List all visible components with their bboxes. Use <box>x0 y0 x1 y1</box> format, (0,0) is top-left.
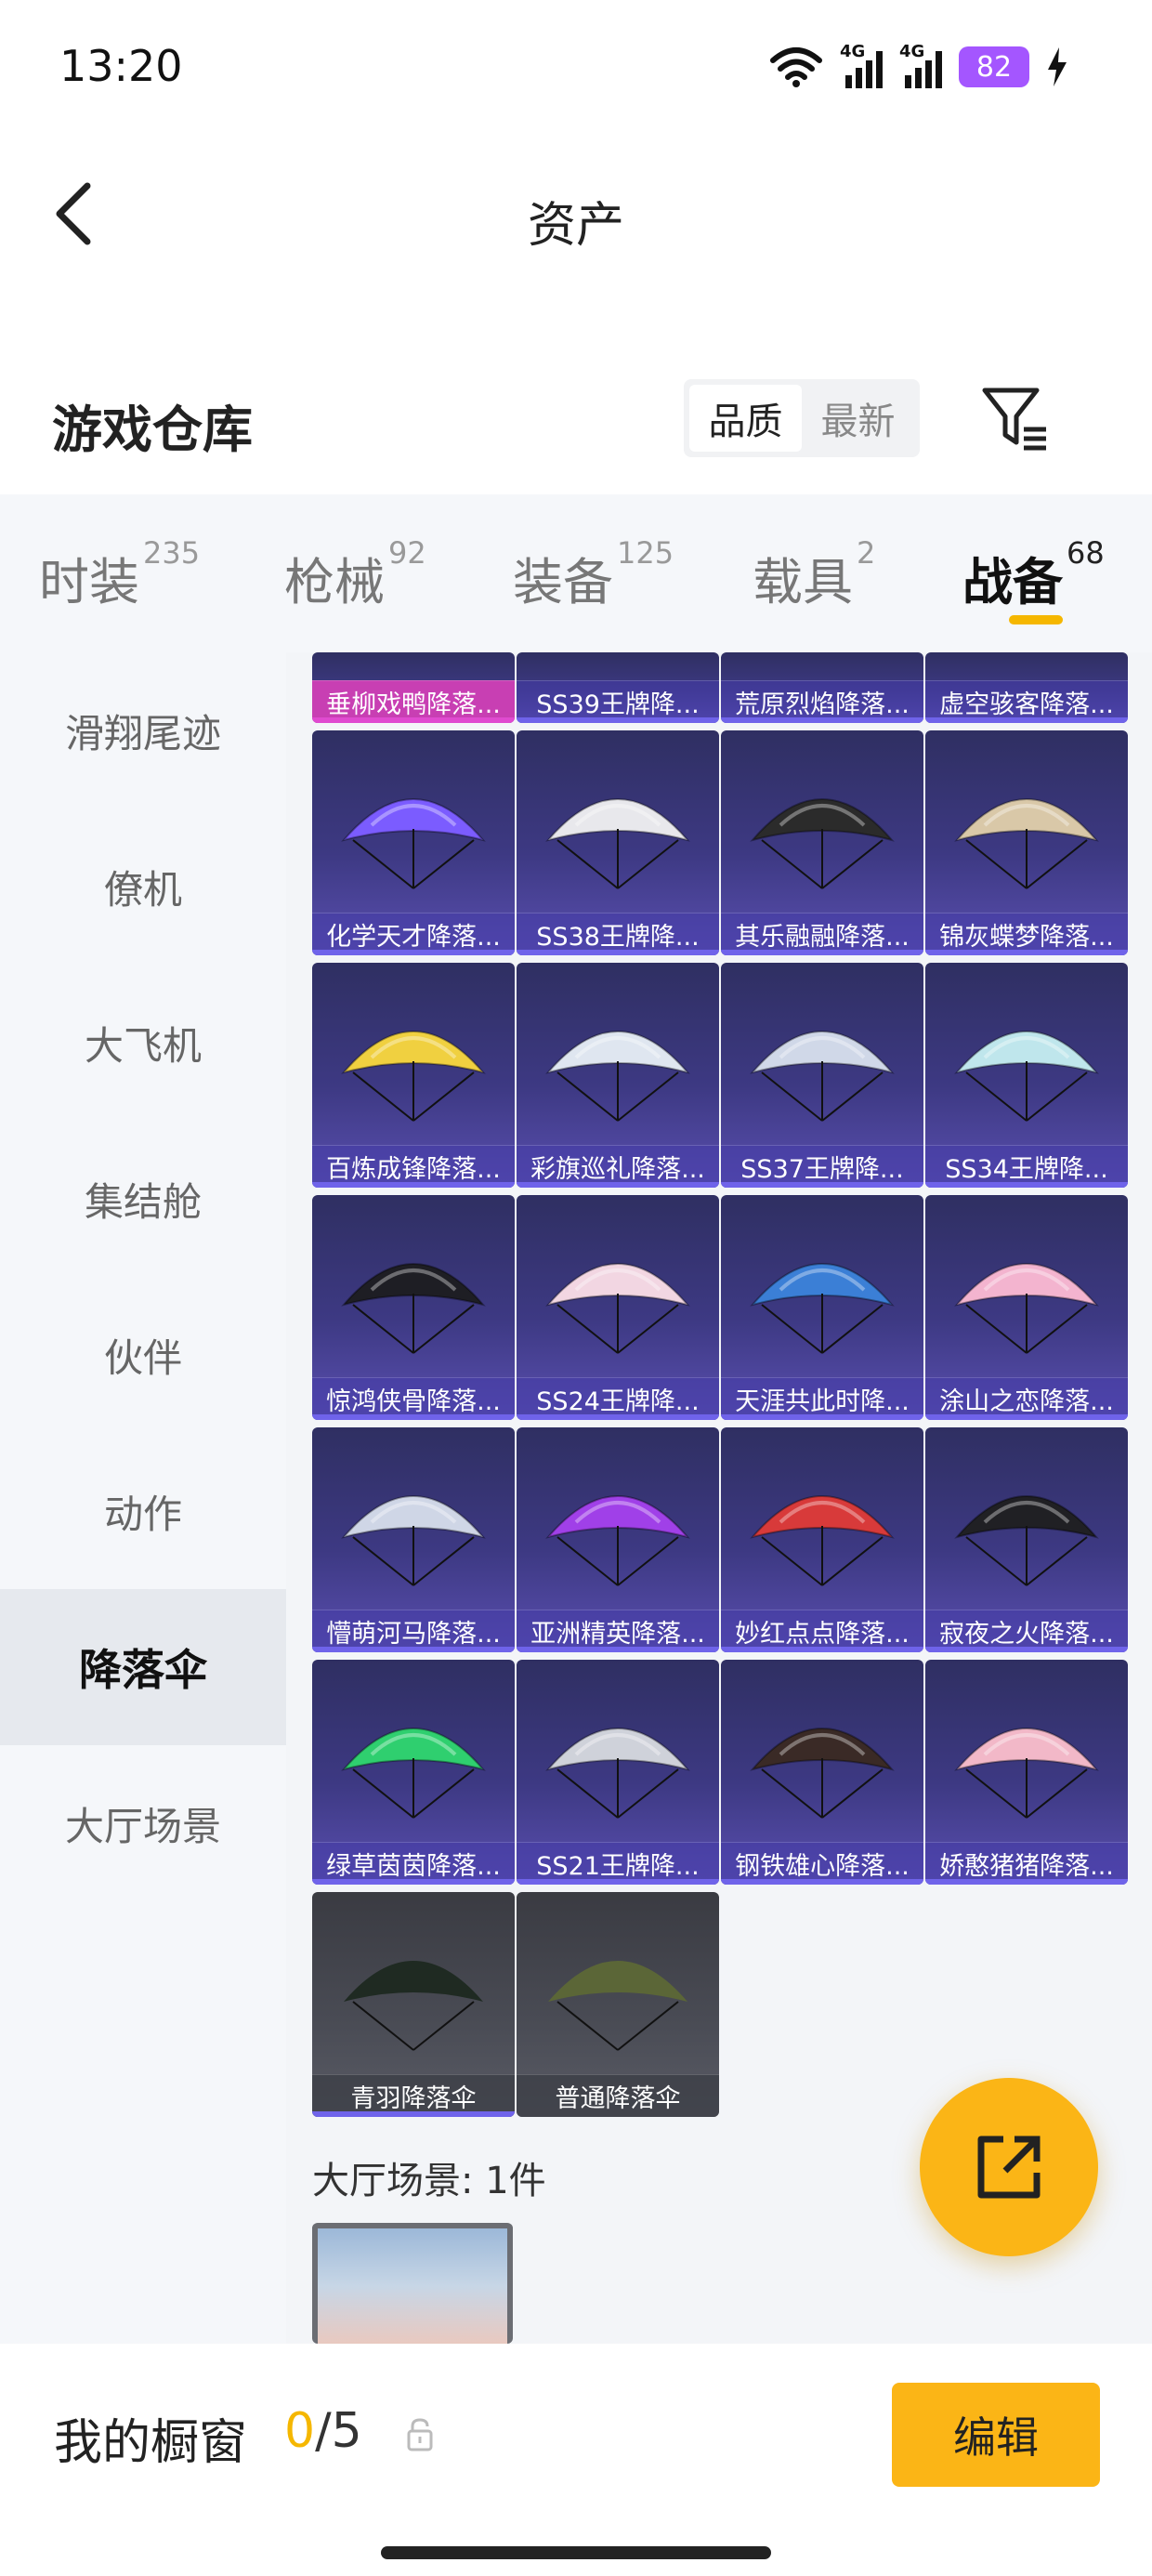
item-card[interactable]: 青羽降落伞 <box>312 1892 515 2117</box>
lobby-scene-thumbnail[interactable] <box>312 2223 513 2344</box>
parachute-icon <box>954 1728 1099 1819</box>
parachute-icon <box>344 1961 483 2051</box>
parachute-icon <box>750 1728 895 1819</box>
edit-button[interactable]: 编辑 <box>892 2383 1100 2487</box>
share-icon <box>977 2136 1041 2199</box>
sidebar-item-emote[interactable]: 动作 <box>0 1433 286 1589</box>
status-icons: 4G 4G 82 <box>769 41 1068 93</box>
parachute-icon <box>341 1031 486 1122</box>
item-card[interactable]: 惊鸿侠骨降落... <box>312 1195 515 1420</box>
item-card[interactable]: 亚洲精英降落... <box>517 1427 719 1652</box>
item-card[interactable]: SS24王牌降... <box>517 1195 719 1420</box>
sidebar-item-companion[interactable]: 伙伴 <box>0 1277 286 1433</box>
lobby-scene-count: 大厅场景: 1件 <box>312 2160 546 2202</box>
item-card[interactable]: 百炼成锋降落... <box>312 963 515 1188</box>
lock-icon <box>407 2418 433 2451</box>
parachute-icon <box>750 1495 895 1586</box>
item-card[interactable]: SS34王牌降... <box>925 963 1128 1188</box>
cell-signal-icon: 4G <box>840 42 883 88</box>
parachute-icon <box>954 1263 1099 1354</box>
tab-fashion[interactable]: 时装 235 <box>39 535 200 614</box>
parachute-icon <box>545 1031 690 1122</box>
item-card[interactable]: 钢铁雄心降落... <box>721 1660 923 1885</box>
sidebar-item-capsule[interactable]: 集结舱 <box>0 1121 286 1277</box>
item-card[interactable]: 锦灰蝶梦降落... <box>925 730 1128 955</box>
parachute-icon <box>545 1728 690 1819</box>
sidebar-item-glide-trail[interactable]: 滑翔尾迹 <box>0 652 286 808</box>
home-indicator <box>381 2546 771 2559</box>
sidebar-item-plane[interactable]: 大飞机 <box>0 965 286 1121</box>
showcase-label: 我的橱窗 <box>54 2415 248 2471</box>
parachute-icon <box>750 1031 895 1122</box>
status-time: 13:20 <box>59 41 183 91</box>
cell-signal-icon: 4G <box>899 42 942 88</box>
parachute-icon <box>750 1263 895 1354</box>
parachute-icon <box>545 1495 690 1586</box>
parachute-icon <box>548 1961 687 2051</box>
bottom-bar: 我的橱窗 0/5 编辑 <box>0 2344 1152 2576</box>
active-tab-indicator <box>1009 615 1063 624</box>
parachute-icon <box>750 798 895 889</box>
parachute-icon <box>341 1495 486 1586</box>
parachute-icon <box>954 1031 1099 1122</box>
tab-firearms[interactable]: 枪械 92 <box>284 535 426 614</box>
filter-icon[interactable] <box>977 381 1052 455</box>
tab-equipment[interactable]: 装备 125 <box>513 535 674 614</box>
item-card[interactable]: 娇憨猪猪降落... <box>925 1660 1128 1885</box>
item-card[interactable]: SS21王牌降... <box>517 1660 719 1885</box>
showcase-count: 0/5 <box>284 2403 362 2459</box>
item-card[interactable]: 垂柳戏鸭降落... <box>312 652 515 723</box>
item-card[interactable]: 天涯共此时降... <box>721 1195 923 1420</box>
sidebar: 滑翔尾迹 僚机 大飞机 集结舱 伙伴 动作 降落伞 大厅场景 <box>0 652 286 2344</box>
item-card[interactable]: SS39王牌降... <box>517 652 719 723</box>
sort-newest-option[interactable]: 最新 <box>802 385 914 452</box>
item-card[interactable]: 涂山之恋降落... <box>925 1195 1128 1420</box>
item-card[interactable]: 其乐融融降落... <box>721 730 923 955</box>
item-card[interactable]: 彩旗巡礼降落... <box>517 963 719 1188</box>
sort-toggle: 品质 最新 <box>684 379 920 457</box>
item-card[interactable]: 寂夜之火降落... <box>925 1427 1128 1652</box>
parachute-icon <box>545 798 690 889</box>
item-card[interactable]: 懵萌河马降落... <box>312 1427 515 1652</box>
page-title: 资产 <box>527 198 624 254</box>
parachute-icon <box>545 1263 690 1354</box>
item-name: 普通降落伞 <box>517 2074 719 2117</box>
share-button[interactable] <box>920 2078 1098 2256</box>
parachute-icon <box>341 1728 486 1819</box>
charging-bolt-icon <box>1048 47 1067 86</box>
top-nav: 资产 <box>0 139 1152 307</box>
sidebar-item-lobby-scene[interactable]: 大厅场景 <box>0 1745 286 1901</box>
tab-vehicles[interactable]: 载具 2 <box>753 535 875 614</box>
item-card[interactable]: 虚空骇客降落... <box>925 652 1128 723</box>
item-card[interactable]: SS38王牌降... <box>517 730 719 955</box>
item-card[interactable]: 荒原烈焰降落... <box>721 652 923 723</box>
wifi-icon <box>770 47 822 87</box>
parachute-icon <box>954 798 1099 889</box>
item-card[interactable]: 绿草茵茵降落... <box>312 1660 515 1885</box>
item-card[interactable]: 妙红点点降落... <box>721 1427 923 1652</box>
sort-quality-option[interactable]: 品质 <box>689 385 802 452</box>
sidebar-item-parachute[interactable]: 降落伞 <box>0 1589 286 1745</box>
item-card[interactable]: 化学天才降落... <box>312 730 515 955</box>
status-bar: 13:20 4G 4G 82 <box>0 0 1152 139</box>
item-card[interactable]: 普通降落伞 <box>517 1892 719 2117</box>
battery-indicator: 82 <box>959 46 1029 87</box>
tab-battle-prep[interactable]: 战备 68 <box>962 535 1105 614</box>
parachute-icon <box>341 1263 486 1354</box>
item-card[interactable]: SS37王牌降... <box>721 963 923 1188</box>
parachute-icon <box>954 1495 1099 1586</box>
parachute-icon <box>341 798 486 889</box>
category-tabs: 时装 235 枪械 92 装备 125 载具 2 战备 68 <box>0 494 1152 652</box>
sidebar-item-wingman[interactable]: 僚机 <box>0 808 286 965</box>
warehouse-title: 游戏仓库 <box>52 401 253 459</box>
